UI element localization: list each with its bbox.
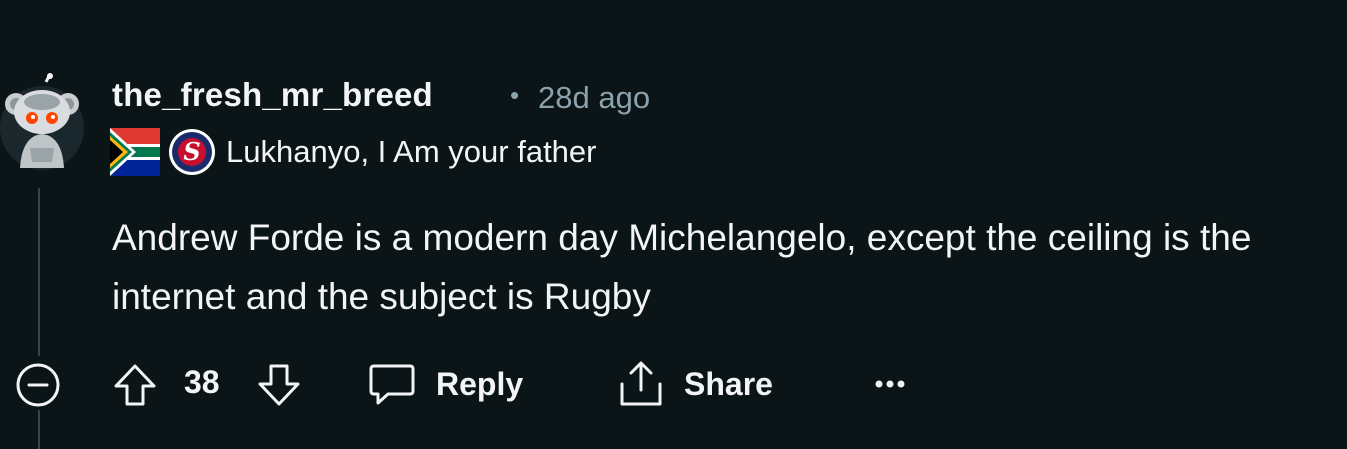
upvote-button[interactable] xyxy=(112,362,158,408)
share-label: Share xyxy=(684,365,773,402)
thread-line[interactable] xyxy=(38,188,40,356)
downvote-button[interactable] xyxy=(256,362,302,408)
username[interactable]: the_fresh_mr_breed xyxy=(112,76,433,114)
svg-text:S: S xyxy=(183,137,200,166)
collapse-button[interactable] xyxy=(15,362,61,408)
downvote-arrow-icon xyxy=(258,364,300,406)
upvote-arrow-icon xyxy=(114,364,156,406)
more-options-button[interactable] xyxy=(870,366,910,402)
reply-label: Reply xyxy=(436,365,524,402)
meta-separator: • xyxy=(510,80,520,110)
comment-body: Andrew Forde is a modern day Michelangel… xyxy=(112,217,1252,317)
snoo-avatar-icon xyxy=(0,73,84,170)
flair-text: Lukhanyo, I Am your father xyxy=(226,134,597,169)
share-upload-icon xyxy=(620,361,662,406)
timestamp[interactable]: 28d ago xyxy=(538,80,650,116)
reply-button[interactable]: Reply xyxy=(368,358,523,410)
comment-action-bar: 38 Reply Share xyxy=(0,352,1347,416)
more-options-icon xyxy=(875,380,905,388)
comment: the_fresh_mr_breed • 28d ago S Lukhanyo,… xyxy=(0,0,1347,449)
vote-score: 38 xyxy=(184,364,220,400)
speech-bubble-icon xyxy=(369,364,415,405)
stormers-logo-icon: S xyxy=(169,129,215,175)
user-flair: S Lukhanyo, I Am your father xyxy=(110,128,597,176)
south-africa-flag-icon xyxy=(110,128,160,176)
collapse-minus-icon xyxy=(16,363,60,407)
share-button[interactable]: Share xyxy=(618,358,773,410)
user-avatar[interactable] xyxy=(0,72,86,170)
